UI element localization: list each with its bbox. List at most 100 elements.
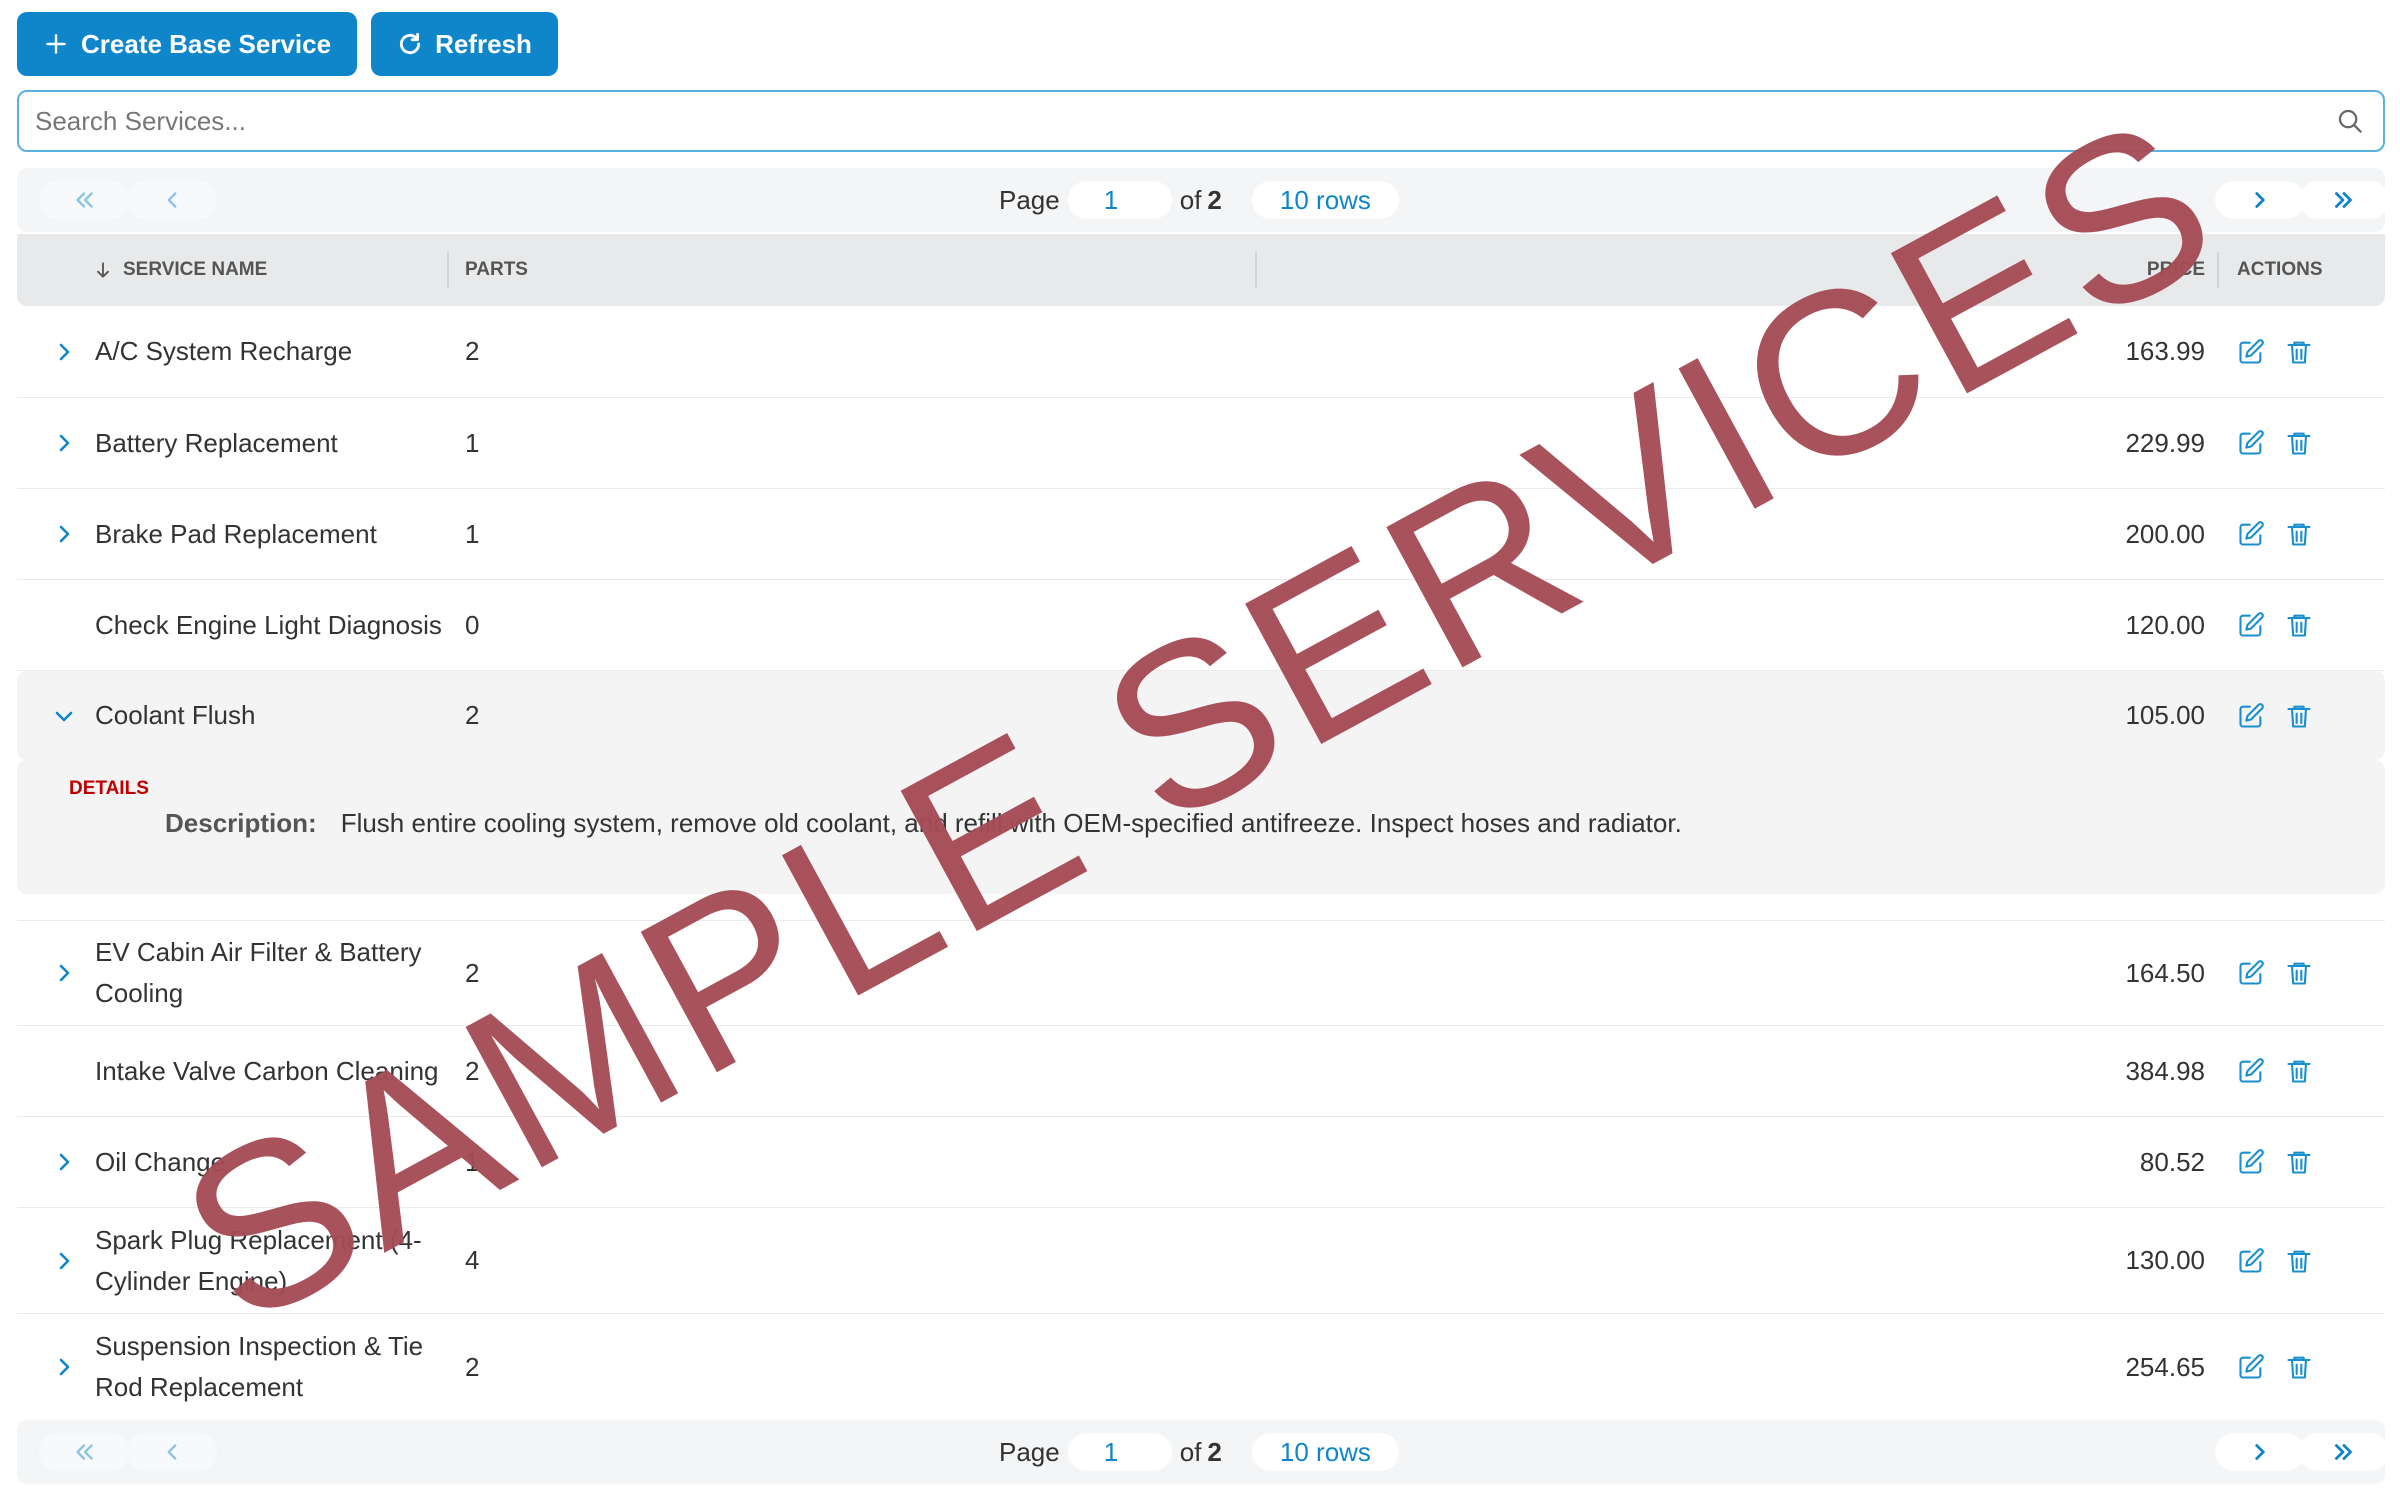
description-label: Description: (165, 808, 317, 838)
row-actions (2237, 1117, 2313, 1207)
row-actions (2237, 580, 2313, 670)
table-row[interactable]: Intake Valve Carbon Cleaning 2 384.98 (17, 1026, 2385, 1117)
last-page-button[interactable] (2299, 181, 2389, 219)
delete-button[interactable] (2285, 1057, 2313, 1085)
parts-count: 2 (465, 1351, 480, 1382)
service-name-column-header[interactable]: SERVICE NAME (93, 234, 267, 306)
price: 130.00 (2125, 1245, 2205, 1275)
first-page-button[interactable] (39, 181, 129, 219)
rows-per-page-dropdown[interactable]: 10 rows (1251, 181, 1399, 219)
toolbar: Create Base Service Refresh (17, 12, 558, 76)
chevron-right-icon (59, 343, 70, 360)
edit-icon (2239, 960, 2264, 985)
delete-button[interactable] (2285, 1247, 2313, 1275)
trash-icon (2287, 1060, 2311, 1083)
row-actions (2237, 1026, 2313, 1116)
edit-button[interactable] (2237, 959, 2265, 987)
table-row[interactable]: Spark Plug Replacement (4-Cylinder Engin… (17, 1208, 2385, 1314)
price: 105.00 (2125, 700, 2205, 730)
search-input[interactable] (19, 91, 2335, 151)
edit-icon (2239, 1149, 2264, 1174)
delete-button[interactable] (2285, 520, 2313, 548)
refresh-button[interactable]: Refresh (371, 12, 558, 76)
next-page-button[interactable] (2215, 181, 2305, 219)
chevron-right-icon (59, 1252, 70, 1269)
parts-column-header[interactable]: PARTS (465, 234, 528, 306)
delete-button[interactable] (2285, 338, 2313, 366)
service-name: Intake Valve Carbon Cleaning (95, 1055, 439, 1086)
delete-button[interactable] (2285, 959, 2313, 987)
parts-count: 1 (465, 1146, 480, 1177)
delete-button[interactable] (2285, 611, 2313, 639)
create-base-service-button[interactable]: Create Base Service (17, 12, 358, 76)
expand-row-button[interactable] (49, 489, 79, 579)
edit-button[interactable] (2237, 429, 2265, 457)
edit-button[interactable] (2237, 702, 2265, 730)
total-pages: 2 (1207, 184, 1222, 215)
delete-button[interactable] (2285, 1148, 2313, 1176)
prev-page-button[interactable] (127, 181, 217, 219)
price-column-header[interactable]: PRICE (2147, 234, 2205, 306)
column-divider[interactable] (1255, 252, 1257, 288)
pagination-top: Page of 2 10 rows (17, 168, 2389, 232)
double-chevron-right-icon (2335, 192, 2352, 208)
expand-row-button[interactable] (49, 306, 79, 397)
edit-icon (2239, 521, 2264, 546)
service-name: Brake Pad Replacement (95, 518, 377, 549)
table-row[interactable]: Battery Replacement 1 229.99 (17, 398, 2385, 489)
next-page-button[interactable] (2215, 1433, 2305, 1471)
column-divider[interactable] (447, 252, 449, 288)
rows-per-page-dropdown[interactable]: 10 rows (1251, 1433, 1399, 1471)
double-chevron-right-icon (2335, 1444, 2352, 1460)
edit-button[interactable] (2237, 1353, 2265, 1381)
price: 80.52 (2139, 1146, 2205, 1177)
edit-button[interactable] (2237, 1057, 2265, 1085)
edit-button[interactable] (2237, 611, 2265, 639)
trash-icon (2287, 1356, 2311, 1379)
trash-icon (2287, 432, 2311, 455)
expand-row-button[interactable] (49, 921, 79, 1025)
service-name: Coolant Flush (95, 700, 256, 730)
delete-button[interactable] (2285, 1353, 2313, 1381)
expand-row-button[interactable] (49, 1208, 79, 1313)
table-row[interactable]: EV Cabin Air Filter & Battery Cooling 2 … (17, 920, 2385, 1026)
sort-arrow-down-icon (97, 262, 109, 278)
price: 254.65 (2125, 1351, 2205, 1382)
edit-button[interactable] (2237, 1247, 2265, 1275)
first-page-button[interactable] (39, 1433, 129, 1471)
column-divider[interactable] (2217, 252, 2219, 288)
details-label: DETAILS (69, 778, 149, 799)
page-label: Page (999, 1436, 1060, 1467)
collapse-row-button[interactable] (49, 671, 79, 760)
edit-button[interactable] (2237, 520, 2265, 548)
last-page-button[interactable] (2299, 1433, 2389, 1471)
description-text: Flush entire cooling system, remove old … (340, 808, 1682, 838)
search-icon[interactable] (2335, 106, 2365, 136)
edit-button[interactable] (2237, 338, 2265, 366)
trash-icon (2287, 1250, 2311, 1273)
actions-column-header: ACTIONS (2237, 259, 2323, 280)
delete-button[interactable] (2285, 702, 2313, 730)
delete-button[interactable] (2285, 429, 2313, 457)
service-name: A/C System Recharge (95, 336, 353, 366)
parts-count: 1 (465, 518, 480, 549)
parts-count: 2 (465, 957, 480, 988)
table-row[interactable]: Brake Pad Replacement 1 200.00 (17, 489, 2385, 580)
table-row[interactable]: Suspension Inspection & Tie Rod Replacem… (17, 1314, 2385, 1420)
trash-icon (2287, 705, 2311, 728)
edit-button[interactable] (2237, 1148, 2265, 1176)
page-number-input[interactable] (1067, 1433, 1172, 1471)
edit-icon (2239, 612, 2264, 637)
page-number-input[interactable] (1067, 181, 1172, 219)
trash-icon (2287, 341, 2311, 364)
table-row-expanded[interactable]: Coolant Flush 2 105.00 (17, 671, 2385, 760)
table-row[interactable]: Oil Change 1 80.52 (17, 1117, 2385, 1208)
table-row[interactable]: A/C System Recharge 2 163.99 (17, 306, 2385, 398)
prev-page-button[interactable] (127, 1433, 217, 1471)
expand-row-button[interactable] (49, 398, 79, 488)
refresh-icon (400, 32, 421, 55)
expand-row-button[interactable] (49, 1117, 79, 1207)
expand-row-button[interactable] (49, 1314, 79, 1420)
create-base-service-label: Create Base Service (81, 28, 332, 59)
table-row[interactable]: Check Engine Light Diagnosis 0 120.00 (17, 580, 2385, 671)
